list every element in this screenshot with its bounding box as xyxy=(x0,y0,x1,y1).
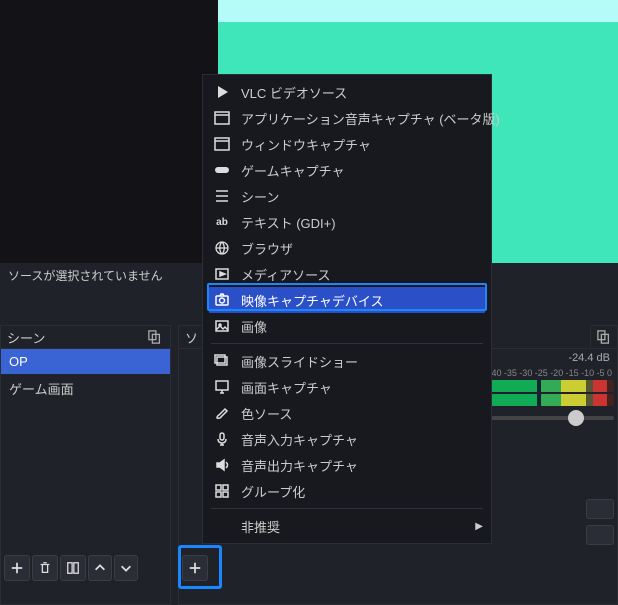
media-icon xyxy=(213,265,231,283)
dock-toggle-icon[interactable] xyxy=(148,330,164,346)
menu-label: シーン xyxy=(241,187,279,206)
scenes-title: シーン xyxy=(7,328,45,347)
menu-label: ブラウザ xyxy=(241,239,293,258)
menu-separator xyxy=(211,508,483,509)
menu-label: 画像 xyxy=(241,317,267,336)
menu-item-browser-source[interactable]: ブラウザ xyxy=(203,235,491,261)
no-source-label: ソースが選択されていません xyxy=(8,267,163,284)
menu-item-deprecated[interactable]: 非推奨 ▶ xyxy=(203,513,491,539)
menu-label: テキスト (GDI+) xyxy=(241,213,336,232)
audio-meter xyxy=(474,380,614,392)
db-readout: -24.4 dB xyxy=(474,348,614,368)
menu-item-game-capture[interactable]: ゲームキャプチャ xyxy=(203,157,491,183)
blank-icon xyxy=(213,517,231,535)
scene-filters-button[interactable] xyxy=(60,555,86,581)
menu-item-text-gdi[interactable]: ab テキスト (GDI+) xyxy=(203,209,491,235)
audio-mixer: -24.4 dB -5040-35-30-25-20-15-10-50 xyxy=(474,348,614,420)
menu-label: 音声入力キャプチャ xyxy=(241,430,358,449)
menu-item-vlc-source[interactable]: VLC ビデオソース xyxy=(203,79,491,105)
scene-icon xyxy=(213,187,231,205)
menu-item-window-capture[interactable]: ウィンドウキャプチャ xyxy=(203,131,491,157)
sources-title: ソ xyxy=(185,328,198,347)
preview-canvas-top xyxy=(218,0,618,22)
sources-toolbar xyxy=(178,553,212,583)
slideshow-icon xyxy=(213,352,231,370)
menu-item-image-source[interactable]: 画像 xyxy=(203,313,491,339)
window-icon xyxy=(213,135,231,153)
move-scene-up-button[interactable] xyxy=(88,555,112,581)
menu-item-color-source[interactable]: 色ソース xyxy=(203,400,491,426)
menu-label: 画像スライドショー xyxy=(241,352,358,371)
add-source-menu: VLC ビデオソース アプリケーション音声キャプチャ (ベータ版) ウィンドウキ… xyxy=(202,74,492,544)
menu-item-audio-output-capture[interactable]: 音声出力キャプチャ xyxy=(203,452,491,478)
play-icon xyxy=(213,83,231,101)
scene-item[interactable]: ゲーム画面 xyxy=(1,374,170,403)
add-scene-button[interactable] xyxy=(4,555,30,581)
menu-label: 画面キャプチャ xyxy=(241,378,332,397)
menu-label: メディアソース xyxy=(241,265,330,284)
menu-item-video-capture-device[interactable]: 映像キャプチャデバイス xyxy=(209,287,485,313)
mixer-panel-header xyxy=(590,325,618,349)
audio-meter xyxy=(474,394,614,406)
menu-label: 色ソース xyxy=(241,404,292,423)
camera-icon xyxy=(213,291,231,309)
menu-item-media-source[interactable]: メディアソース xyxy=(203,261,491,287)
menu-label: グループ化 xyxy=(241,482,305,501)
remove-scene-button[interactable] xyxy=(32,555,58,581)
gamepad-icon xyxy=(213,161,231,179)
volume-slider[interactable] xyxy=(474,416,614,420)
preview-viewport[interactable] xyxy=(0,0,218,263)
menu-label: 映像キャプチャデバイス xyxy=(241,291,383,310)
text-ab-icon: ab xyxy=(213,213,231,231)
mixer-extra-button[interactable] xyxy=(586,499,614,519)
globe-icon xyxy=(213,239,231,257)
scenes-toolbar xyxy=(0,553,171,583)
menu-label: 非推奨 xyxy=(241,517,280,536)
meter-ticks: -5040-35-30-25-20-15-10-50 xyxy=(474,368,614,378)
menu-item-display-capture[interactable]: 画面キャプチャ xyxy=(203,374,491,400)
mixer-extra-button[interactable] xyxy=(586,525,614,545)
chevron-right-icon: ▶ xyxy=(475,521,483,532)
menu-label: VLC ビデオソース xyxy=(241,83,347,102)
menu-item-audio-input-capture[interactable]: 音声入力キャプチャ xyxy=(203,426,491,452)
menu-item-app-audio-capture[interactable]: アプリケーション音声キャプチャ (ベータ版) xyxy=(203,105,491,131)
menu-label: 音声出力キャプチャ xyxy=(241,456,358,475)
window-audio-icon xyxy=(213,109,231,127)
scene-label: OP xyxy=(9,354,28,369)
group-icon xyxy=(213,482,231,500)
menu-label: ゲームキャプチャ xyxy=(241,161,344,180)
mic-icon xyxy=(213,430,231,448)
add-source-button[interactable] xyxy=(182,555,208,581)
menu-item-group-source[interactable]: グループ化 xyxy=(203,478,491,504)
scene-label: ゲーム画面 xyxy=(9,382,74,397)
dock-toggle-icon[interactable] xyxy=(597,330,611,346)
move-scene-down-button[interactable] xyxy=(114,555,138,581)
menu-item-image-slideshow[interactable]: 画像スライドショー xyxy=(203,348,491,374)
picture-icon xyxy=(213,317,231,335)
speaker-icon xyxy=(213,456,231,474)
menu-label: アプリケーション音声キャプチャ (ベータ版) xyxy=(241,109,500,128)
menu-item-scene-source[interactable]: シーン xyxy=(203,183,491,209)
scenes-panel-header: シーン xyxy=(0,325,171,349)
monitor-icon xyxy=(213,378,231,396)
scene-item[interactable]: OP xyxy=(1,349,170,374)
menu-separator xyxy=(211,343,483,344)
brush-icon xyxy=(213,404,231,422)
menu-label: ウィンドウキャプチャ xyxy=(241,135,371,154)
